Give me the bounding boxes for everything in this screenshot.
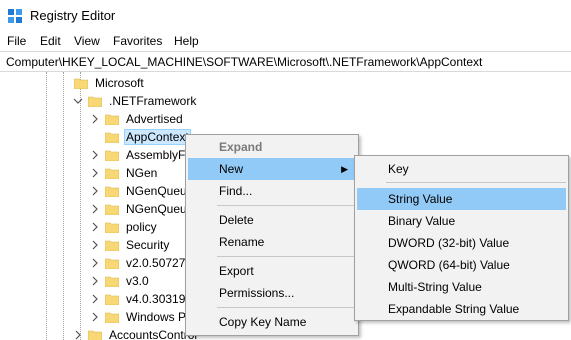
folder-icon xyxy=(104,203,120,216)
tree-item-label: v3.0 xyxy=(126,274,149,288)
tree-item-v2[interactable]: v2.0.50727 xyxy=(89,254,187,272)
folder-icon xyxy=(104,239,120,252)
menu-file[interactable]: File xyxy=(7,34,26,48)
folder-icon xyxy=(104,167,120,180)
address-bar[interactable]: Computer\HKEY_LOCAL_MACHINE\SOFTWARE\Mic… xyxy=(0,51,571,72)
tree-item-assemblyfo[interactable]: AssemblyFo xyxy=(89,146,194,164)
chevron-right-icon[interactable] xyxy=(89,293,101,305)
menu-help[interactable]: Help xyxy=(174,34,199,48)
folder-icon xyxy=(104,257,120,270)
chevron-right-icon[interactable] xyxy=(89,239,101,251)
tree-item-label: Advertised xyxy=(126,112,183,126)
menu-bar: File Edit View Favorites Help xyxy=(0,31,571,51)
chevron-right-icon[interactable] xyxy=(89,185,101,197)
chevron-right-icon[interactable] xyxy=(89,257,101,269)
chevron-right-icon[interactable] xyxy=(89,167,101,179)
tree-item-v4[interactable]: v4.0.30319 xyxy=(89,290,187,308)
tree-item-appcontext[interactable]: AppContext xyxy=(104,128,191,146)
folder-icon xyxy=(104,131,120,144)
submenu-item-expandable-string-value[interactable]: Expandable String Value xyxy=(357,298,566,320)
tree-item-security[interactable]: Security xyxy=(89,236,171,254)
tree-item-label: v4.0.30319 xyxy=(126,292,186,306)
tree-guide-line xyxy=(63,72,64,340)
tree-item-label: .NETFramework xyxy=(109,94,197,108)
menu-separator xyxy=(386,182,566,183)
folder-icon xyxy=(104,293,120,306)
tree-item-label: AppContext xyxy=(124,129,191,145)
folder-icon xyxy=(104,149,120,162)
new-submenu: Key String Value Binary Value DWORD (32-… xyxy=(354,155,569,321)
chevron-right-icon[interactable] xyxy=(89,221,101,233)
menu-favorites[interactable]: Favorites xyxy=(113,34,162,48)
submenu-item-qword-value[interactable]: QWORD (64-bit) Value xyxy=(357,254,566,276)
tree-guide-line xyxy=(80,72,81,340)
folder-icon xyxy=(87,95,103,108)
tree-item-microsoft[interactable]: Microsoft xyxy=(73,74,146,92)
chevron-right-icon[interactable] xyxy=(89,275,101,287)
folder-icon xyxy=(104,311,120,324)
folder-icon xyxy=(87,329,103,340)
menu-item-export[interactable]: Export xyxy=(188,260,356,282)
menu-separator xyxy=(217,205,355,206)
menu-item-permissions[interactable]: Permissions... xyxy=(188,282,356,304)
tree-item-label: Security xyxy=(126,238,170,252)
submenu-item-multi-string-value[interactable]: Multi-String Value xyxy=(357,276,566,298)
menu-separator xyxy=(217,256,355,257)
menu-item-expand[interactable]: Expand xyxy=(188,136,356,158)
chevron-right-icon[interactable] xyxy=(89,149,101,161)
tree-item-policy[interactable]: policy xyxy=(89,218,159,236)
tree-item-ngenqueue-1[interactable]: NGenQueue xyxy=(89,182,195,200)
folder-icon xyxy=(104,185,120,198)
submenu-item-binary-value[interactable]: Binary Value xyxy=(357,210,566,232)
menu-item-new[interactable]: New ▶ xyxy=(188,158,356,180)
tree-item-label: NGen xyxy=(126,166,158,180)
submenu-item-key[interactable]: Key xyxy=(357,158,566,180)
tree-item-v3[interactable]: v3.0 xyxy=(89,272,151,290)
title-bar: Registry Editor xyxy=(0,0,571,31)
menu-item-label: New xyxy=(219,162,244,176)
tree-item-ngen[interactable]: NGen xyxy=(89,164,159,182)
tree-item-advertised[interactable]: Advertised xyxy=(89,110,185,128)
tree-item-label: Microsoft xyxy=(95,76,144,90)
menu-item-find[interactable]: Find... xyxy=(188,180,356,202)
submenu-item-string-value[interactable]: String Value xyxy=(357,188,566,210)
tree-item-label: v2.0.50727 xyxy=(126,256,186,270)
menu-view[interactable]: View xyxy=(74,34,100,48)
folder-icon xyxy=(104,113,120,126)
menu-separator xyxy=(217,307,355,308)
tree-item-netframework[interactable]: .NETFramework xyxy=(72,92,198,110)
tree-item-label: Windows Pr xyxy=(126,310,191,324)
folder-icon xyxy=(73,77,89,90)
chevron-right-icon[interactable] xyxy=(72,329,84,340)
chevron-down-icon[interactable] xyxy=(72,95,84,107)
window-title: Registry Editor xyxy=(30,8,116,23)
tree-item-windowspr[interactable]: Windows Pr xyxy=(89,308,192,326)
tree-item-ngenqueue-2[interactable]: NGenQueue xyxy=(89,200,195,218)
address-path[interactable]: Computer\HKEY_LOCAL_MACHINE\SOFTWARE\Mic… xyxy=(6,55,482,69)
chevron-right-icon[interactable] xyxy=(89,311,101,323)
menu-item-delete[interactable]: Delete xyxy=(188,209,356,231)
context-menu: Expand New ▶ Find... Delete Rename Expor… xyxy=(185,134,359,336)
tree-item-accountscontrol[interactable]: AccountsControl xyxy=(72,326,199,340)
submenu-item-dword-value[interactable]: DWORD (32-bit) Value xyxy=(357,232,566,254)
tree-item-label: AssemblyFo xyxy=(126,148,193,162)
tree-item-label: policy xyxy=(126,220,157,234)
tree-guide-line xyxy=(46,72,47,340)
menu-item-copy-key-name[interactable]: Copy Key Name xyxy=(188,311,356,333)
menu-item-rename[interactable]: Rename xyxy=(188,231,356,253)
chevron-right-icon[interactable] xyxy=(89,113,101,125)
chevron-right-icon[interactable] xyxy=(89,203,101,215)
chevron-right-icon: ▶ xyxy=(341,164,348,174)
folder-icon xyxy=(104,275,120,288)
menu-edit[interactable]: Edit xyxy=(40,34,61,48)
registry-editor-icon xyxy=(8,9,22,23)
folder-icon xyxy=(104,221,120,234)
